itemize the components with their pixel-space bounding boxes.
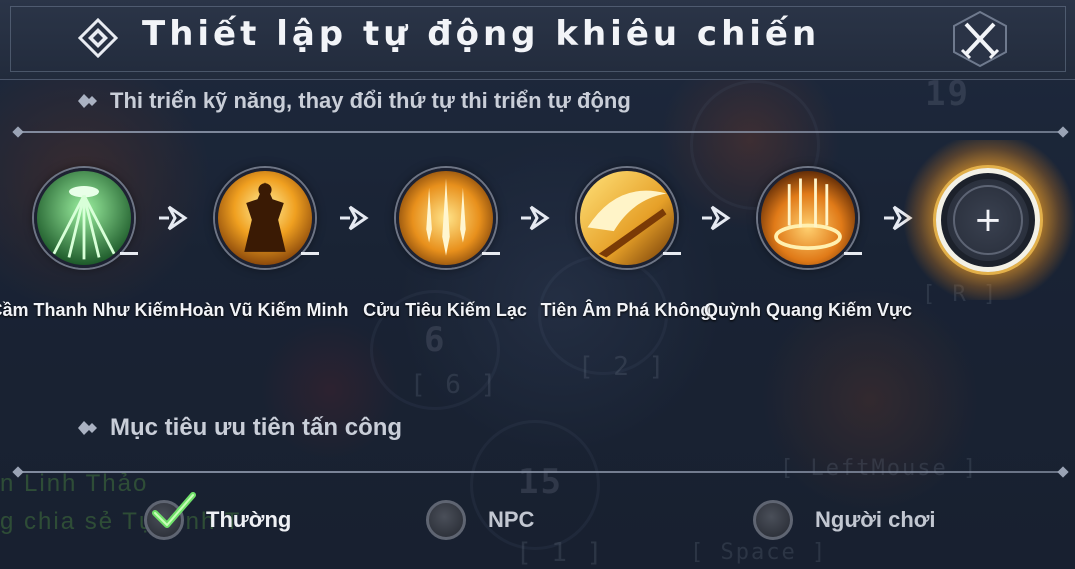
section-diamond-icon bbox=[78, 94, 97, 108]
skill-slot-4[interactable] bbox=[577, 168, 677, 268]
order-arrow-icon bbox=[702, 205, 731, 231]
skill-label-2: Hoàn Vũ Kiếm Minh bbox=[179, 300, 349, 320]
skills-section-heading-text: Thi triển kỹ năng, thay đổi thứ tự thi t… bbox=[110, 88, 631, 113]
skill-slot-3[interactable] bbox=[396, 168, 496, 268]
skill-slot-marker bbox=[120, 252, 138, 255]
add-skill-button[interactable]: + bbox=[936, 168, 1040, 272]
order-arrow-icon bbox=[159, 205, 188, 231]
diamond-emblem-icon bbox=[78, 18, 118, 58]
section-divider bbox=[18, 471, 1063, 473]
skills-section-heading: Thi triển kỹ năng, thay đổi thứ tự thi t… bbox=[78, 88, 631, 114]
target-option-player[interactable]: Người chơi bbox=[753, 500, 936, 540]
skill-slot-1[interactable] bbox=[34, 168, 134, 268]
target-option-npc[interactable]: NPC bbox=[426, 500, 534, 540]
radio-circle bbox=[753, 500, 793, 540]
target-section-heading-text: Mục tiêu ưu tiên tấn công bbox=[110, 414, 403, 441]
skill-label-5: Quỳnh Quang Kiếm Vực bbox=[703, 300, 913, 320]
skill-slot-5[interactable] bbox=[758, 168, 858, 268]
radio-circle bbox=[426, 500, 466, 540]
order-arrow-icon bbox=[340, 205, 369, 231]
add-skill-ring bbox=[953, 185, 1023, 255]
golden-slash-icon bbox=[580, 171, 674, 265]
order-arrow-icon bbox=[521, 205, 550, 231]
sword-domain-icon bbox=[761, 171, 855, 265]
golden-warrior-icon bbox=[218, 171, 312, 265]
green-sword-rain-icon bbox=[37, 171, 131, 265]
target-option-label: Thường bbox=[206, 507, 292, 532]
skill-slot-marker bbox=[482, 252, 500, 255]
page-title: Thiết lập tự động khiêu chiến bbox=[142, 14, 821, 54]
skill-label-1: Cầm Thanh Như Kiếm bbox=[0, 300, 179, 320]
section-divider bbox=[18, 131, 1063, 133]
skill-slot-marker bbox=[844, 252, 862, 255]
skill-label-3: Cửu Tiêu Kiếm Lạc bbox=[363, 300, 527, 320]
panel-header: Thiết lập tự động khiêu chiến bbox=[0, 0, 1075, 80]
close-button[interactable] bbox=[950, 10, 1010, 68]
skill-label-4: Tiên Âm Phá Không bbox=[540, 300, 712, 320]
section-diamond-icon bbox=[78, 421, 97, 435]
falling-swords-icon bbox=[399, 171, 493, 265]
skill-slot-marker bbox=[663, 252, 681, 255]
target-option-label: Người chơi bbox=[815, 507, 936, 532]
skill-slot-2[interactable] bbox=[215, 168, 315, 268]
skill-slot-marker bbox=[301, 252, 319, 255]
close-crossed-swords-icon bbox=[953, 10, 1007, 68]
target-section-heading: Mục tiêu ưu tiên tấn công bbox=[78, 414, 402, 442]
radio-circle bbox=[144, 492, 196, 540]
checkmark-icon bbox=[152, 492, 196, 528]
target-option-normal[interactable]: Thường bbox=[144, 492, 292, 540]
target-option-label: NPC bbox=[488, 507, 535, 532]
